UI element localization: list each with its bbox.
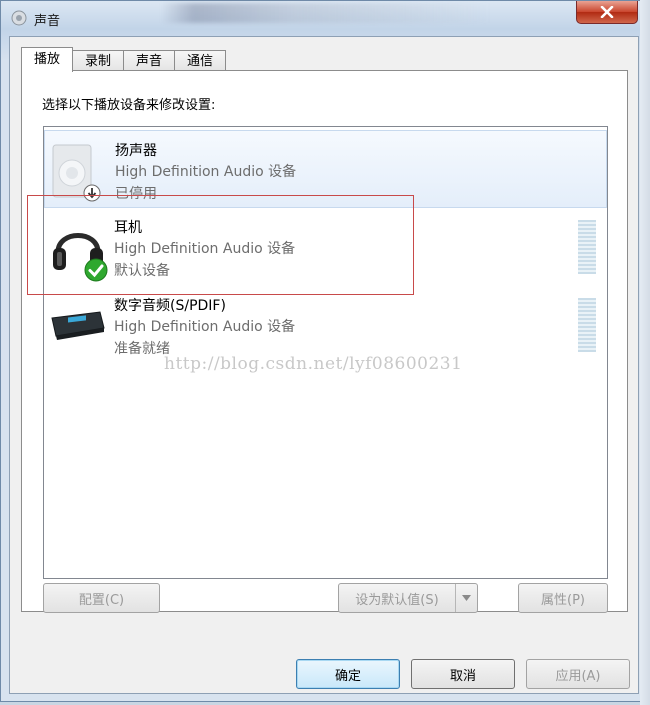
background-edge: [640, 0, 650, 705]
window-title: 声音: [34, 14, 61, 29]
apply-button[interactable]: 应用(A): [526, 659, 630, 689]
set-default-button[interactable]: 设为默认值(S): [338, 583, 478, 613]
instruction-label: 选择以下播放设备来修改设置:: [42, 98, 216, 113]
chevron-down-icon: [462, 595, 471, 601]
device-name: 数字音频(S/PDIF): [114, 298, 226, 314]
device-description: High Definition Audio 设备: [114, 319, 296, 335]
sound-dialog: 声音 播放 录制 声音 通信 选择以下播放设备来修改设置: 扬声器 High D…: [0, 0, 646, 702]
tab-recording[interactable]: 录制: [72, 50, 125, 72]
tab-playback[interactable]: 播放: [21, 47, 74, 72]
highlight-annotation: [27, 195, 414, 295]
set-default-label: 设为默认值(S): [355, 592, 439, 608]
volume-meter: [578, 298, 596, 352]
device-item-digital-audio[interactable]: 数字音频(S/PDIF) High Definition Audio 设备 准备…: [44, 286, 607, 364]
close-icon: [600, 6, 614, 18]
volume-meter: [578, 220, 596, 274]
watermark-text: http://blog.csdn.net/lyf08600231: [164, 354, 463, 374]
device-description: High Definition Audio 设备: [115, 164, 297, 180]
tab-strip: 播放 录制 声音 通信: [21, 47, 227, 72]
cancel-button[interactable]: 取消: [411, 659, 515, 689]
blurred-title-region: [161, 3, 491, 23]
close-button[interactable]: [576, 1, 638, 24]
playback-panel: 选择以下播放设备来修改设置: 扬声器 High Definition Audio…: [21, 70, 628, 613]
device-name: 扬声器: [115, 143, 157, 159]
configure-button[interactable]: 配置(C): [43, 583, 160, 613]
digital-audio-icon: [48, 296, 108, 356]
set-default-dropdown[interactable]: [455, 584, 477, 612]
properties-button[interactable]: 属性(P): [518, 583, 608, 613]
playback-device-list: 扬声器 High Definition Audio 设备 已停用 耳机 High…: [43, 126, 608, 579]
tab-communications[interactable]: 通信: [174, 50, 227, 72]
title-bar[interactable]: 声音: [1, 1, 645, 35]
device-status: 准备就绪: [114, 341, 170, 357]
tab-sounds[interactable]: 声音: [123, 50, 176, 72]
ok-button[interactable]: 确定: [296, 659, 400, 689]
speaker-title-icon: [11, 10, 27, 26]
